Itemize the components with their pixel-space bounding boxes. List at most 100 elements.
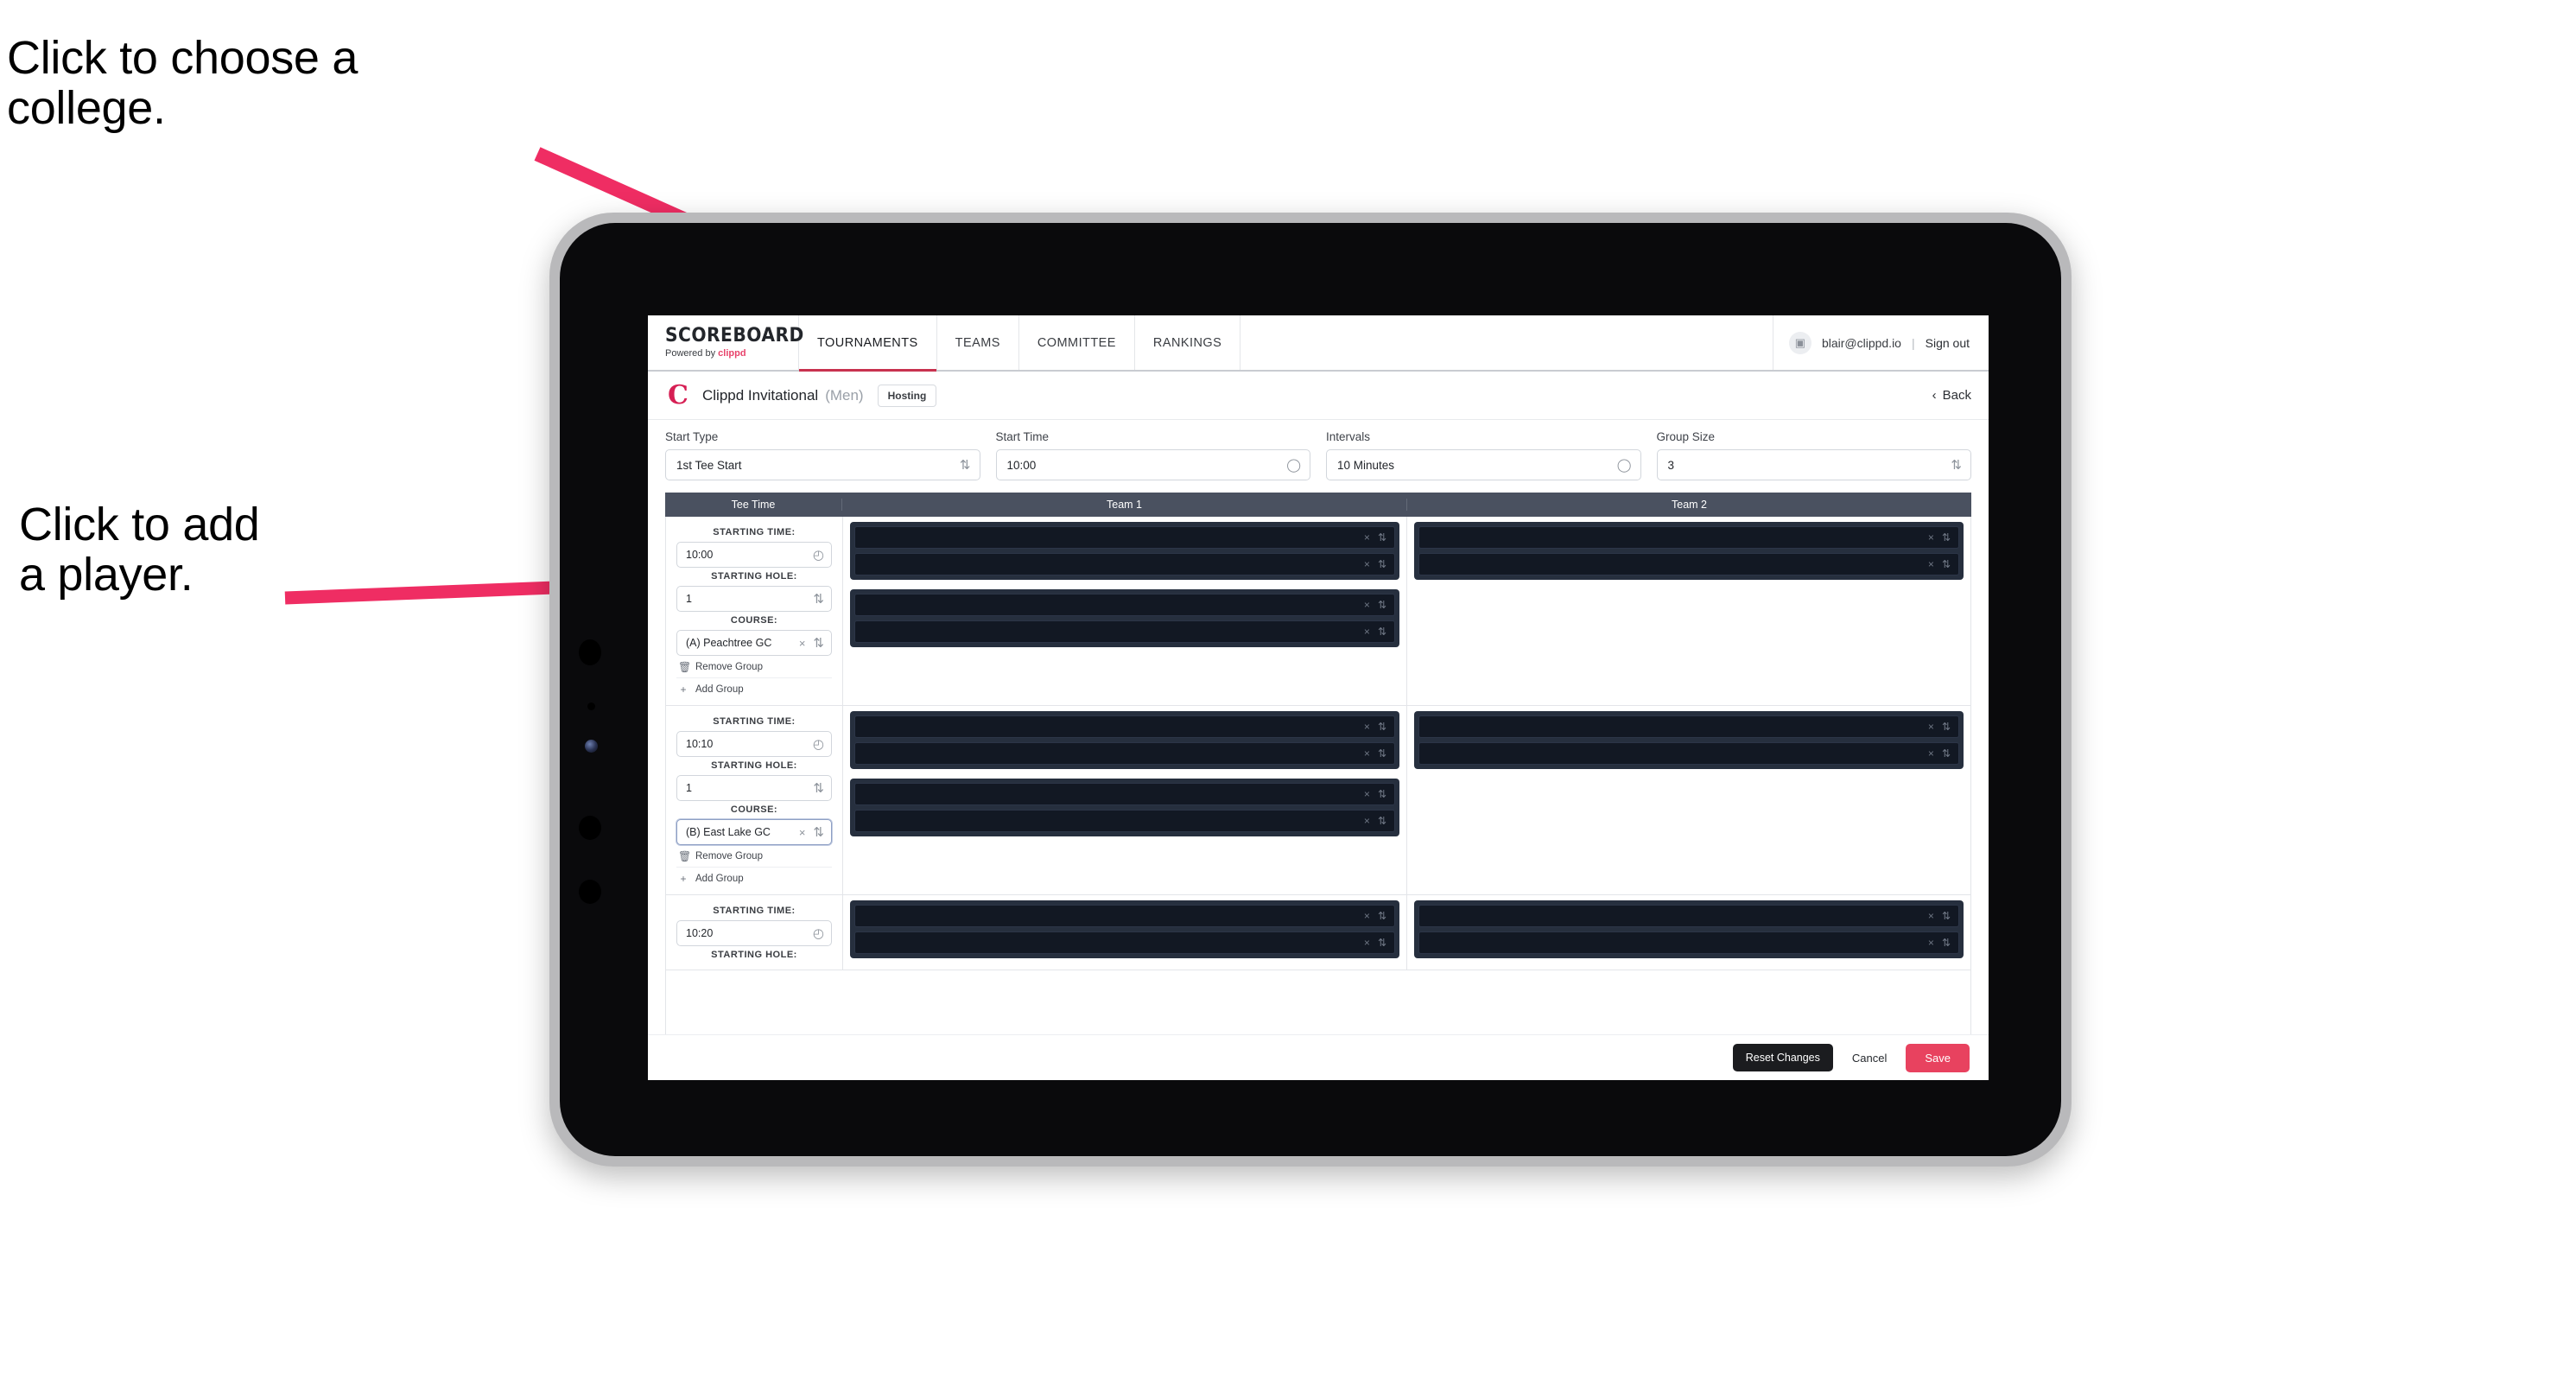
close-x-icon[interactable]: × [1364, 599, 1370, 611]
player-slot[interactable]: × ⇅ [1418, 742, 1959, 765]
spinner-icon[interactable]: ⇅ [1942, 937, 1951, 949]
player-slot[interactable]: × ⇅ [854, 905, 1395, 927]
starting-hole-stepper[interactable]: 1 ⇅ [676, 586, 832, 612]
close-x-icon[interactable]: × [1928, 910, 1934, 922]
remove-group-button[interactable]: 🗑 Remove Group [676, 845, 832, 868]
spinner-icon[interactable]: ⇅ [1942, 910, 1951, 922]
column-header-team-2: Team 2 [1672, 499, 1707, 511]
spinner-icon[interactable]: ⇅ [1942, 747, 1951, 760]
field-value: 1 [686, 782, 692, 794]
save-button[interactable]: Save [1906, 1043, 1970, 1072]
starting-time-input[interactable]: 10:20 ◴ [676, 920, 832, 946]
player-slot[interactable]: × ⇅ [854, 620, 1395, 643]
close-x-icon[interactable]: × [1928, 721, 1934, 733]
close-x-icon[interactable]: × [1928, 937, 1934, 949]
spinner-icon[interactable]: ⇅ [1378, 721, 1386, 733]
spinner-icon[interactable]: ⇅ [1378, 910, 1386, 922]
starting-time-input[interactable]: 10:00 ◴ [676, 542, 832, 568]
close-x-icon[interactable]: × [1364, 531, 1370, 544]
spinner-icon[interactable]: ⇅ [1378, 937, 1386, 949]
spinner-icon[interactable]: ⇅ [813, 637, 824, 650]
remove-group-button[interactable]: 🗑 Remove Group [676, 656, 832, 678]
trash-icon: 🗑 [678, 661, 692, 673]
screenshot-root: Click to choose a college. Click to add … [0, 0, 2576, 1386]
clock-icon[interactable]: ◯ [1286, 459, 1301, 472]
group-size-stepper[interactable]: 3 ⇅ [1656, 449, 1971, 480]
add-group-button[interactable]: + Add Group [676, 868, 832, 889]
nav-tab-committee[interactable]: COMMITTEE [1019, 315, 1135, 370]
player-slot[interactable]: × ⇅ [854, 553, 1395, 575]
close-x-icon[interactable]: × [1364, 721, 1370, 733]
clock-icon[interactable]: ◴ [813, 927, 824, 940]
player-slot[interactable]: × ⇅ [1418, 526, 1959, 549]
spinner-icon[interactable]: ⇅ [1942, 558, 1951, 570]
player-slot[interactable]: × ⇅ [1418, 931, 1959, 954]
close-x-icon[interactable]: × [1364, 747, 1370, 760]
clock-icon[interactable]: ◴ [813, 738, 824, 751]
player-slot[interactable]: × ⇅ [854, 742, 1395, 765]
course-select[interactable]: (A) Peachtree GC × ⇅ [676, 630, 832, 656]
sign-out-link[interactable]: Sign out [1926, 336, 1970, 350]
player-slot[interactable]: × ⇅ [1418, 905, 1959, 927]
spinner-icon[interactable]: ⇅ [1378, 599, 1386, 611]
nav-tab-teams[interactable]: TEAMS [937, 315, 1019, 370]
starting-hole-stepper[interactable]: 1 ⇅ [676, 775, 832, 801]
field-value: 10:20 [686, 927, 714, 939]
close-x-icon[interactable]: × [1364, 910, 1370, 922]
spinner-icon[interactable]: ⇅ [960, 459, 971, 472]
spinner-icon[interactable]: ⇅ [813, 782, 824, 795]
chevron-left-icon: ‹ [1932, 388, 1937, 403]
reset-changes-button[interactable]: Reset Changes [1732, 1044, 1833, 1071]
nav-tab-rankings[interactable]: RANKINGS [1135, 315, 1241, 370]
starting-hole-label: STARTING HOLE: [711, 760, 797, 771]
spinner-icon[interactable]: ⇅ [1378, 558, 1386, 570]
close-x-icon[interactable]: × [1364, 626, 1370, 638]
close-x-icon[interactable]: × [1928, 747, 1934, 760]
starting-time-label: STARTING TIME: [713, 716, 796, 727]
clock-icon[interactable]: ◯ [1617, 459, 1632, 472]
start-type-select[interactable]: 1st Tee Start ⇅ [665, 449, 980, 480]
spinner-icon[interactable]: ⇅ [1942, 531, 1951, 544]
close-x-icon[interactable]: × [799, 637, 806, 650]
nav-tab-tournaments[interactable]: TOURNAMENTS [799, 315, 937, 372]
tournament-header-bar: C Clippd Invitational (Men) Hosting ‹ Ba… [648, 372, 1989, 420]
player-slot[interactable]: × ⇅ [854, 783, 1395, 805]
spinner-icon[interactable]: ⇅ [1378, 626, 1386, 638]
spinner-icon[interactable]: ⇅ [1378, 788, 1386, 800]
close-x-icon[interactable]: × [1928, 558, 1934, 570]
course-label: COURSE: [730, 804, 778, 815]
player-group: × ⇅ × ⇅ [850, 779, 1399, 836]
starting-time-input[interactable]: 10:10 ◴ [676, 731, 832, 757]
cancel-button[interactable]: Cancel [1847, 1044, 1892, 1072]
spinner-icon[interactable]: ⇅ [1951, 459, 1962, 472]
intervals-input[interactable]: 10 Minutes ◯ [1326, 449, 1641, 480]
start-time-input[interactable]: 10:00 ◯ [995, 449, 1310, 480]
player-slot[interactable]: × ⇅ [854, 526, 1395, 549]
close-x-icon[interactable]: × [799, 826, 806, 839]
spinner-icon[interactable]: ⇅ [1378, 531, 1386, 544]
close-x-icon[interactable]: × [1928, 531, 1934, 544]
player-slot[interactable]: × ⇅ [1418, 715, 1959, 738]
course-select[interactable]: (B) East Lake GC × ⇅ [676, 819, 832, 845]
back-button[interactable]: ‹ Back [1932, 388, 1971, 403]
brand-logo[interactable]: SCOREBOARD Powered by clippd [648, 315, 803, 370]
spinner-icon[interactable]: ⇅ [1378, 747, 1386, 760]
spinner-icon[interactable]: ⇅ [813, 593, 824, 606]
player-slot[interactable]: × ⇅ [854, 810, 1395, 832]
field-start-time: Start Time 10:00 ◯ [995, 430, 1310, 480]
spinner-icon[interactable]: ⇅ [813, 826, 824, 839]
close-x-icon[interactable]: × [1364, 815, 1370, 827]
player-slot[interactable]: × ⇅ [854, 715, 1395, 738]
player-slot[interactable]: × ⇅ [854, 931, 1395, 954]
user-icon[interactable]: ▣ [1788, 331, 1811, 354]
clock-icon[interactable]: ◴ [813, 549, 824, 562]
close-x-icon[interactable]: × [1364, 788, 1370, 800]
close-x-icon[interactable]: × [1364, 558, 1370, 570]
close-x-icon[interactable]: × [1364, 937, 1370, 949]
add-group-button[interactable]: + Add Group [676, 678, 832, 700]
player-slot[interactable]: × ⇅ [854, 594, 1395, 616]
sensor-icon-2 [579, 816, 601, 840]
spinner-icon[interactable]: ⇅ [1378, 815, 1386, 827]
spinner-icon[interactable]: ⇅ [1942, 721, 1951, 733]
player-slot[interactable]: × ⇅ [1418, 553, 1959, 575]
